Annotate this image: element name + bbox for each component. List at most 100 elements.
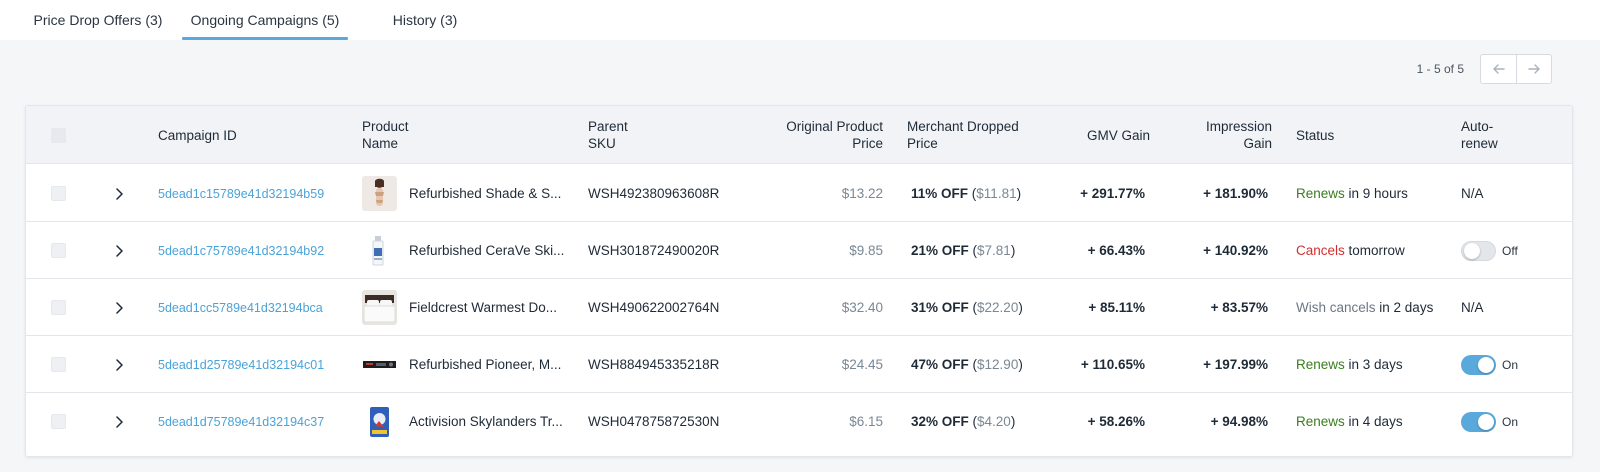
status-detail: tomorrow: [1344, 243, 1405, 258]
product-name: Fieldcrest Warmest Do...: [409, 300, 558, 315]
drop-percent: 11% OFF: [911, 186, 969, 201]
gmv-gain-cell: + 291.77%: [1080, 186, 1145, 201]
campaign-id-link[interactable]: 5dead1c15789e41d32194b59: [158, 187, 324, 201]
product-name-cell: Activision Skylanders Tr...: [362, 393, 565, 450]
drop-close-paren: ): [1018, 357, 1023, 372]
drop-price: $11.81: [976, 186, 1017, 201]
tab-ongoing-campaigns[interactable]: Ongoing Campaigns (5): [182, 0, 348, 40]
row-checkbox[interactable]: [51, 186, 66, 201]
dropped-price-cell: 11% OFF ($11.81): [911, 165, 1021, 222]
row-select-cell: [51, 336, 66, 393]
original-price-cell: $32.40: [841, 300, 883, 315]
status-cell: Renews in 3 days: [1296, 336, 1403, 393]
campaign-id-link[interactable]: 5dead1cc5789e41d32194bca: [158, 301, 323, 315]
campaign-id-cell: 5dead1d25789e41d32194c01: [158, 336, 324, 393]
campaigns-table: Campaign ID Product Name Parent SKU Origin…: [25, 105, 1573, 457]
parent-sku-cell: WSH301872490020R: [588, 243, 720, 258]
tab-history[interactable]: History (3): [385, 0, 465, 40]
campaign-id-cell: 5dead1cc5789e41d32194bca: [158, 279, 323, 336]
toggle-knob: [1478, 413, 1494, 430]
product-thumbnail: [362, 176, 397, 211]
col-impression-gain[interactable]: Impression Gain: [1166, 106, 1272, 164]
dropped-price-cell: 31% OFF ($22.20): [911, 279, 1023, 336]
status-cell: Wish cancels in 2 days: [1296, 279, 1433, 336]
expand-row-button[interactable]: [114, 222, 124, 279]
col-gmv-gain[interactable]: GMV Gain: [1046, 106, 1150, 164]
select-all-checkbox[interactable]: [51, 127, 66, 143]
auto-renew-toggle[interactable]: [1461, 354, 1496, 375]
prev-page-button[interactable]: [1481, 55, 1516, 83]
expand-row-button[interactable]: [114, 393, 124, 450]
status-cell: Cancels tomorrow: [1296, 222, 1405, 279]
drop-percent: 32% OFF: [911, 414, 969, 429]
original-price-cell: $9.85: [849, 243, 883, 258]
auto-renew-cell: On: [1461, 393, 1518, 450]
select-all-cell: [51, 106, 66, 164]
gmv-gain-cell: + 85.11%: [1088, 300, 1145, 315]
col-campaign-id[interactable]: Campaign ID: [158, 106, 237, 164]
table-row[interactable]: 5dead1cc5789e41d32194bca Fieldcrest Warme…: [26, 279, 1572, 336]
original-price-cell: $6.15: [849, 414, 883, 429]
table-header: Campaign ID Product Name Parent SKU Origin…: [26, 106, 1572, 164]
expand-row-button[interactable]: [114, 279, 124, 336]
auto-renew-toggle[interactable]: [1461, 411, 1496, 432]
auto-renew-toggle[interactable]: [1461, 240, 1496, 261]
auto-renew-label: Off: [1502, 243, 1518, 258]
table-row[interactable]: 5dead1d25789e41d32194c01 Refurbished Pion…: [26, 336, 1572, 393]
row-select-cell: [51, 165, 66, 222]
col-parent-sku[interactable]: Parent SKU: [588, 106, 628, 164]
expand-row-button[interactable]: [114, 165, 124, 222]
row-checkbox[interactable]: [51, 414, 66, 429]
impression-gain-cell: + 181.90%: [1203, 186, 1268, 201]
product-name: Refurbished Pioneer, M...: [409, 357, 562, 372]
row-select-cell: [51, 393, 66, 450]
campaign-id-link[interactable]: 5dead1d75789e41d32194c37: [158, 415, 324, 429]
gmv-gain-cell: + 58.26%: [1087, 414, 1145, 429]
row-checkbox[interactable]: [51, 243, 66, 258]
auto-renew-cell: On: [1461, 336, 1518, 393]
tab-price-drop-offers[interactable]: Price Drop Offers (3): [26, 0, 170, 40]
expand-row-button[interactable]: [114, 336, 124, 393]
col-dropped-price[interactable]: Merchant Dropped Price: [907, 106, 1019, 164]
parent-sku-cell: WSH047875872530N: [588, 414, 720, 429]
product-name: Refurbished Shade & S...: [409, 186, 562, 201]
impression-gain-cell: + 197.99%: [1203, 357, 1268, 372]
drop-percent: 31% OFF: [911, 300, 969, 315]
dropped-price-cell: 21% OFF ($7.81): [911, 222, 1015, 279]
dropped-price-cell: 47% OFF ($12.90): [911, 336, 1023, 393]
row-select-cell: [51, 279, 66, 336]
status-detail: in 3 days: [1344, 357, 1403, 372]
next-page-button[interactable]: [1516, 55, 1551, 83]
col-status[interactable]: Status: [1296, 106, 1334, 164]
status-cell: Renews in 9 hours: [1296, 165, 1408, 222]
table-row[interactable]: 5dead1c15789e41d32194b59 Refurbished Shad…: [26, 165, 1572, 222]
row-checkbox[interactable]: [51, 357, 66, 372]
original-price-cell: $13.22: [841, 186, 883, 201]
product-thumbnail: [362, 233, 397, 268]
status-detail: in 2 days: [1375, 300, 1434, 315]
tab-bar: Price Drop Offers (3) Ongoing Campaigns …: [0, 0, 1600, 40]
status-keyword: Cancels: [1296, 243, 1345, 258]
drop-close-paren: ): [1010, 243, 1016, 258]
campaign-id-cell: 5dead1c15789e41d32194b59: [158, 165, 324, 222]
col-original-price[interactable]: Original Product Price: [746, 106, 883, 164]
chevron-right-icon: [116, 301, 123, 314]
row-checkbox[interactable]: [51, 300, 66, 315]
drop-close-paren: ): [1010, 414, 1016, 429]
auto-renew-label: On: [1502, 414, 1519, 429]
auto-renew-cell: N/A: [1461, 165, 1484, 222]
campaign-id-link[interactable]: 5dead1d25789e41d32194c01: [158, 358, 324, 372]
status-cell: Renews in 4 days: [1296, 393, 1403, 450]
table-row[interactable]: 5dead1c75789e41d32194b92 Refurbished Cera…: [26, 222, 1572, 279]
status-keyword: Renews: [1296, 414, 1345, 429]
col-product-name[interactable]: Product Name: [362, 106, 409, 164]
chevron-right-icon: [116, 415, 123, 428]
table-row[interactable]: 5dead1d75789e41d32194c37 Activision Skyla…: [26, 393, 1572, 450]
col-auto-renew[interactable]: Auto-renew: [1461, 106, 1498, 164]
campaign-id-link[interactable]: 5dead1c75789e41d32194b92: [158, 244, 324, 258]
drop-close-paren: ): [1016, 186, 1022, 201]
chevron-right-icon: [116, 358, 123, 371]
gmv-gain-cell: + 66.43%: [1087, 243, 1145, 258]
product-name-cell: Refurbished Pioneer, M...: [362, 336, 565, 393]
toggle-knob: [1478, 356, 1494, 373]
